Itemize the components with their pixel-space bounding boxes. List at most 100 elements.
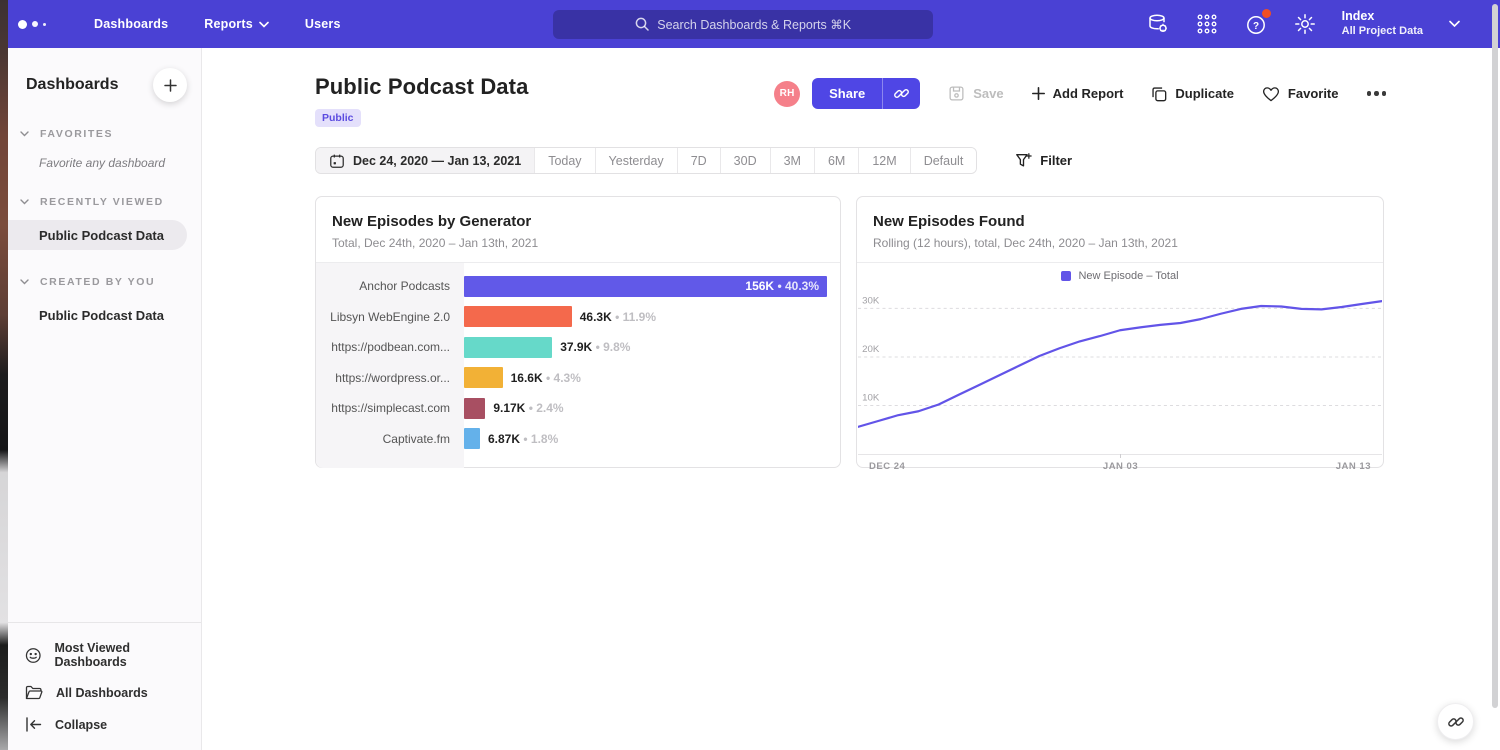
legend-label: New Episode – Total [1078, 270, 1178, 282]
top-nav: Dashboards Reports Users Search Dashboar… [0, 0, 1500, 48]
bar-chart-row: Libsyn WebEngine 2.046.3K • 11.9% [316, 302, 840, 333]
save-button[interactable]: Save [948, 85, 1003, 102]
svg-text:?: ? [1253, 21, 1259, 32]
public-badge[interactable]: Public [315, 109, 361, 127]
nav-item-users[interactable]: Users [305, 17, 341, 31]
bar-chart-row: Captivate.fm6.87K • 1.8% [316, 424, 840, 455]
bar-category-label: https://wordpress.or... [316, 371, 464, 385]
bar-segment[interactable] [464, 367, 503, 388]
settings-gear-icon[interactable] [1293, 12, 1317, 36]
bar-chart-row: https://podbean.com...37.9K • 9.8% [316, 332, 840, 363]
sidebar-item-public-podcast-data-created[interactable]: Public Podcast Data [8, 300, 201, 330]
sidebar-footer: Most Viewed Dashboards All Dashboards Co… [8, 622, 201, 750]
bar-segment[interactable] [464, 398, 485, 419]
section-label: RECENTLY VIEWED [40, 196, 164, 208]
bar-chart-row: https://wordpress.or... 16.6K • 4.3% [316, 363, 840, 394]
bar-chart-card: New Episodes by Generator Total, Dec 24t… [315, 196, 841, 468]
sidebar-section-created-by-you[interactable]: CREATED BY YOU [8, 276, 201, 288]
filter-label: Filter [1040, 153, 1072, 168]
bar-value-label: 9.17K • 2.4% [493, 401, 563, 415]
date-toolbar: Dec 24, 2020 — Jan 13, 2021 TodayYesterd… [203, 127, 1500, 174]
sidebar: Dashboards FAVORITES Favorite any dashbo… [8, 48, 202, 750]
project-subtitle: All Project Data [1342, 25, 1423, 39]
footer-item-label: Most Viewed Dashboards [54, 641, 201, 669]
data-explorer-icon[interactable] [1146, 12, 1170, 36]
add-report-button[interactable]: Add Report [1032, 86, 1124, 101]
more-options-button[interactable] [1365, 85, 1389, 102]
date-range-segmented-control: Dec 24, 2020 — Jan 13, 2021 TodayYesterd… [315, 147, 977, 174]
section-label: CREATED BY YOU [40, 276, 155, 288]
favorite-button[interactable]: Favorite [1262, 86, 1339, 102]
add-report-label: Add Report [1053, 86, 1124, 101]
filter-button[interactable]: Filter [1015, 152, 1072, 169]
bar-segment[interactable] [464, 306, 572, 327]
folder-icon [25, 685, 43, 701]
section-label: FAVORITES [40, 128, 113, 140]
bar-value-label: 46.3K • 11.9% [580, 310, 656, 324]
bar-category-label: https://podbean.com... [316, 340, 464, 354]
notification-dot [1262, 9, 1271, 18]
line-plot-area: 10K20K30K [858, 289, 1382, 455]
apps-grid-icon[interactable] [1195, 12, 1219, 36]
date-preset-default[interactable]: Default [910, 148, 977, 173]
plus-icon [1032, 87, 1045, 100]
sidebar-section-recently-viewed[interactable]: RECENTLY VIEWED [8, 196, 201, 208]
footer-item-label: All Dashboards [56, 686, 148, 700]
share-link-button[interactable] [883, 78, 920, 109]
app-logo-dots-icon[interactable] [18, 20, 58, 29]
date-preset-3m[interactable]: 3M [770, 148, 814, 173]
nav-item-label: Dashboards [94, 17, 168, 31]
line-chart-card: New Episodes Found Rolling (12 hours), t… [856, 196, 1384, 468]
bar-chart-body: Anchor Podcasts156K • 40.3% Libsyn WebEng… [316, 263, 840, 468]
duplicate-button[interactable]: Duplicate [1151, 86, 1234, 102]
help-icon[interactable]: ? [1244, 12, 1268, 36]
date-preset-today[interactable]: Today [534, 148, 594, 173]
bar-category-label: https://simplecast.com [316, 401, 464, 415]
nav-item-reports[interactable]: Reports [204, 17, 269, 31]
bar-segment[interactable] [464, 428, 480, 449]
collapse-sidebar-button[interactable]: Collapse [8, 709, 201, 740]
smiley-icon [25, 647, 41, 664]
chevron-down-icon [20, 131, 29, 137]
dashboard-actions: RH Share Save Add Report Duplicate [774, 78, 1388, 109]
bar-segment[interactable]: 156K • 40.3% [464, 276, 827, 297]
share-button[interactable]: Share [812, 78, 883, 109]
link-icon [1447, 713, 1465, 731]
vertical-scrollbar[interactable] [1492, 4, 1498, 708]
chevron-down-icon [259, 21, 269, 28]
avatar[interactable]: RH [774, 81, 800, 107]
date-preset-7d[interactable]: 7D [677, 148, 720, 173]
legend-swatch [1061, 271, 1071, 281]
date-preset-6m[interactable]: 6M [814, 148, 858, 173]
line-series [858, 301, 1382, 427]
search-input[interactable]: Search Dashboards & Reports ⌘K [553, 10, 933, 39]
nav-item-label: Users [305, 17, 341, 31]
chart-title: New Episodes by Generator [332, 213, 824, 230]
chart-legend: New Episode – Total [857, 263, 1383, 289]
search-icon [635, 17, 649, 31]
search-placeholder: Search Dashboards & Reports ⌘K [657, 17, 851, 32]
bar-segment[interactable] [464, 337, 552, 358]
project-switcher[interactable]: Index All Project Data [1342, 9, 1460, 38]
date-preset-yesterday[interactable]: Yesterday [595, 148, 677, 173]
sidebar-item-public-podcast-data[interactable]: Public Podcast Data [8, 220, 187, 250]
most-viewed-dashboards-button[interactable]: Most Viewed Dashboards [8, 633, 201, 677]
x-axis-labels: DEC 24 JAN 03 JAN 13 [857, 455, 1383, 472]
svg-text:20K: 20K [862, 344, 880, 355]
bar-category-label: Anchor Podcasts [316, 279, 464, 293]
date-range-button[interactable]: Dec 24, 2020 — Jan 13, 2021 [316, 148, 534, 173]
nav-right-group: ? Index All Project Data [1146, 9, 1460, 38]
sidebar-section-favorites[interactable]: FAVORITES [8, 128, 201, 140]
date-preset-30d[interactable]: 30D [720, 148, 770, 173]
page-title: Public Podcast Data [315, 74, 528, 100]
desktop-edge-strip [0, 0, 8, 750]
all-dashboards-button[interactable]: All Dashboards [8, 677, 201, 709]
chart-subtitle: Total, Dec 24th, 2020 – Jan 13th, 2021 [332, 236, 824, 250]
floating-link-button[interactable] [1437, 703, 1474, 740]
chart-subtitle: Rolling (12 hours), total, Dec 24th, 202… [873, 236, 1367, 250]
add-dashboard-button[interactable] [153, 68, 187, 102]
bar-value-label: 16.6K • 4.3% [511, 371, 581, 385]
date-preset-12m[interactable]: 12M [858, 148, 909, 173]
x-tick-label: JAN 03 [1103, 461, 1138, 472]
nav-item-dashboards[interactable]: Dashboards [94, 17, 168, 31]
